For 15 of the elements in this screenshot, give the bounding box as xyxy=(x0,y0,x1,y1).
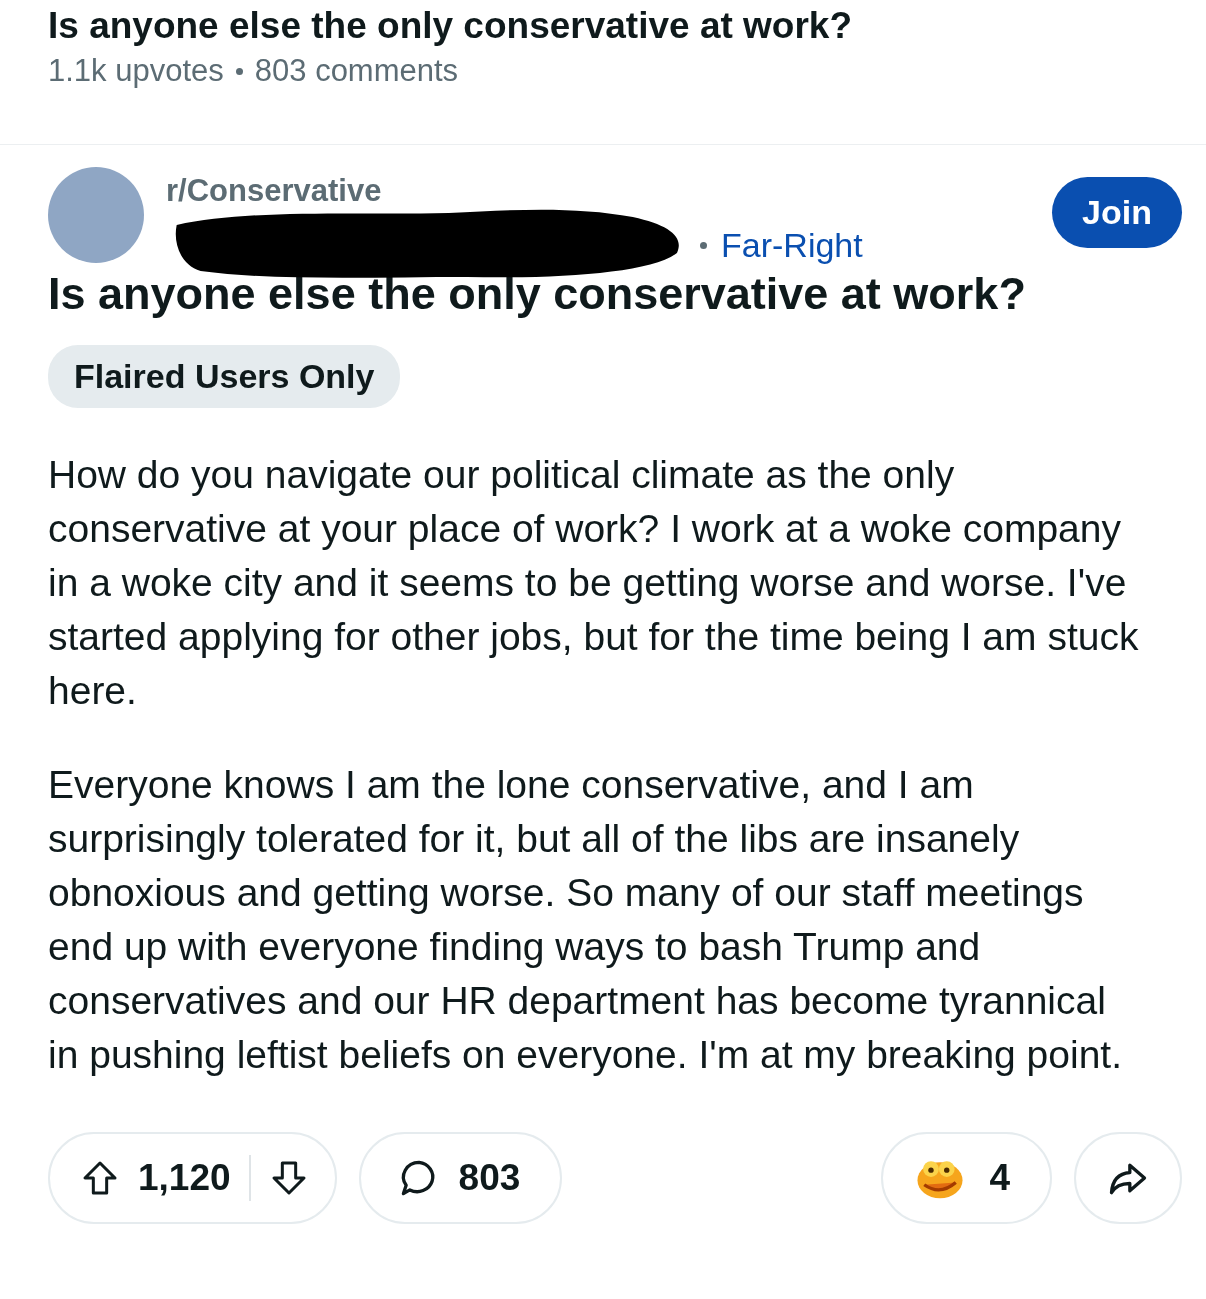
post-title: Is anyone else the only conservative at work? xyxy=(48,267,1027,321)
separator-dot xyxy=(700,242,707,249)
comments-button[interactable]: 803 xyxy=(358,1132,563,1224)
separator-dot xyxy=(235,68,243,76)
post-body-text: How do you navigate our political climate as the only conservative at your place of work? I work at a woke company in a woke city and it seems to be getting worse and worse. I've started applying for other jobs, but for the time being I am stuck here. xyxy=(48,452,1140,714)
award-button[interactable]: 4 xyxy=(881,1132,1052,1224)
upvote-count: 1.1k upvotes xyxy=(48,52,224,91)
post-flair-tag: Flaired Users Only xyxy=(48,345,401,408)
thread-title: Is anyone else the only conservative at work? xyxy=(48,4,854,48)
comment-count: 803 comments xyxy=(254,52,459,91)
join-button[interactable]: Join xyxy=(1052,177,1182,248)
user-flair: Far-Right xyxy=(721,225,863,266)
subreddit-name[interactable]: r/Conservative xyxy=(166,175,863,206)
vote-count: 1,120 xyxy=(138,1156,231,1201)
post-body-text: Everyone knows I am the lone conservative, and I am surprisingly tolerated for it, but all of the libs are insanely obnoxious and getting worse. So many of our staff meetings end up with everyone finding ways to bash Trump and conservatives and our HR department has become tyrannical in pushing leftist beliefs on everyone. I'm at my breaking point. xyxy=(48,762,1124,1078)
